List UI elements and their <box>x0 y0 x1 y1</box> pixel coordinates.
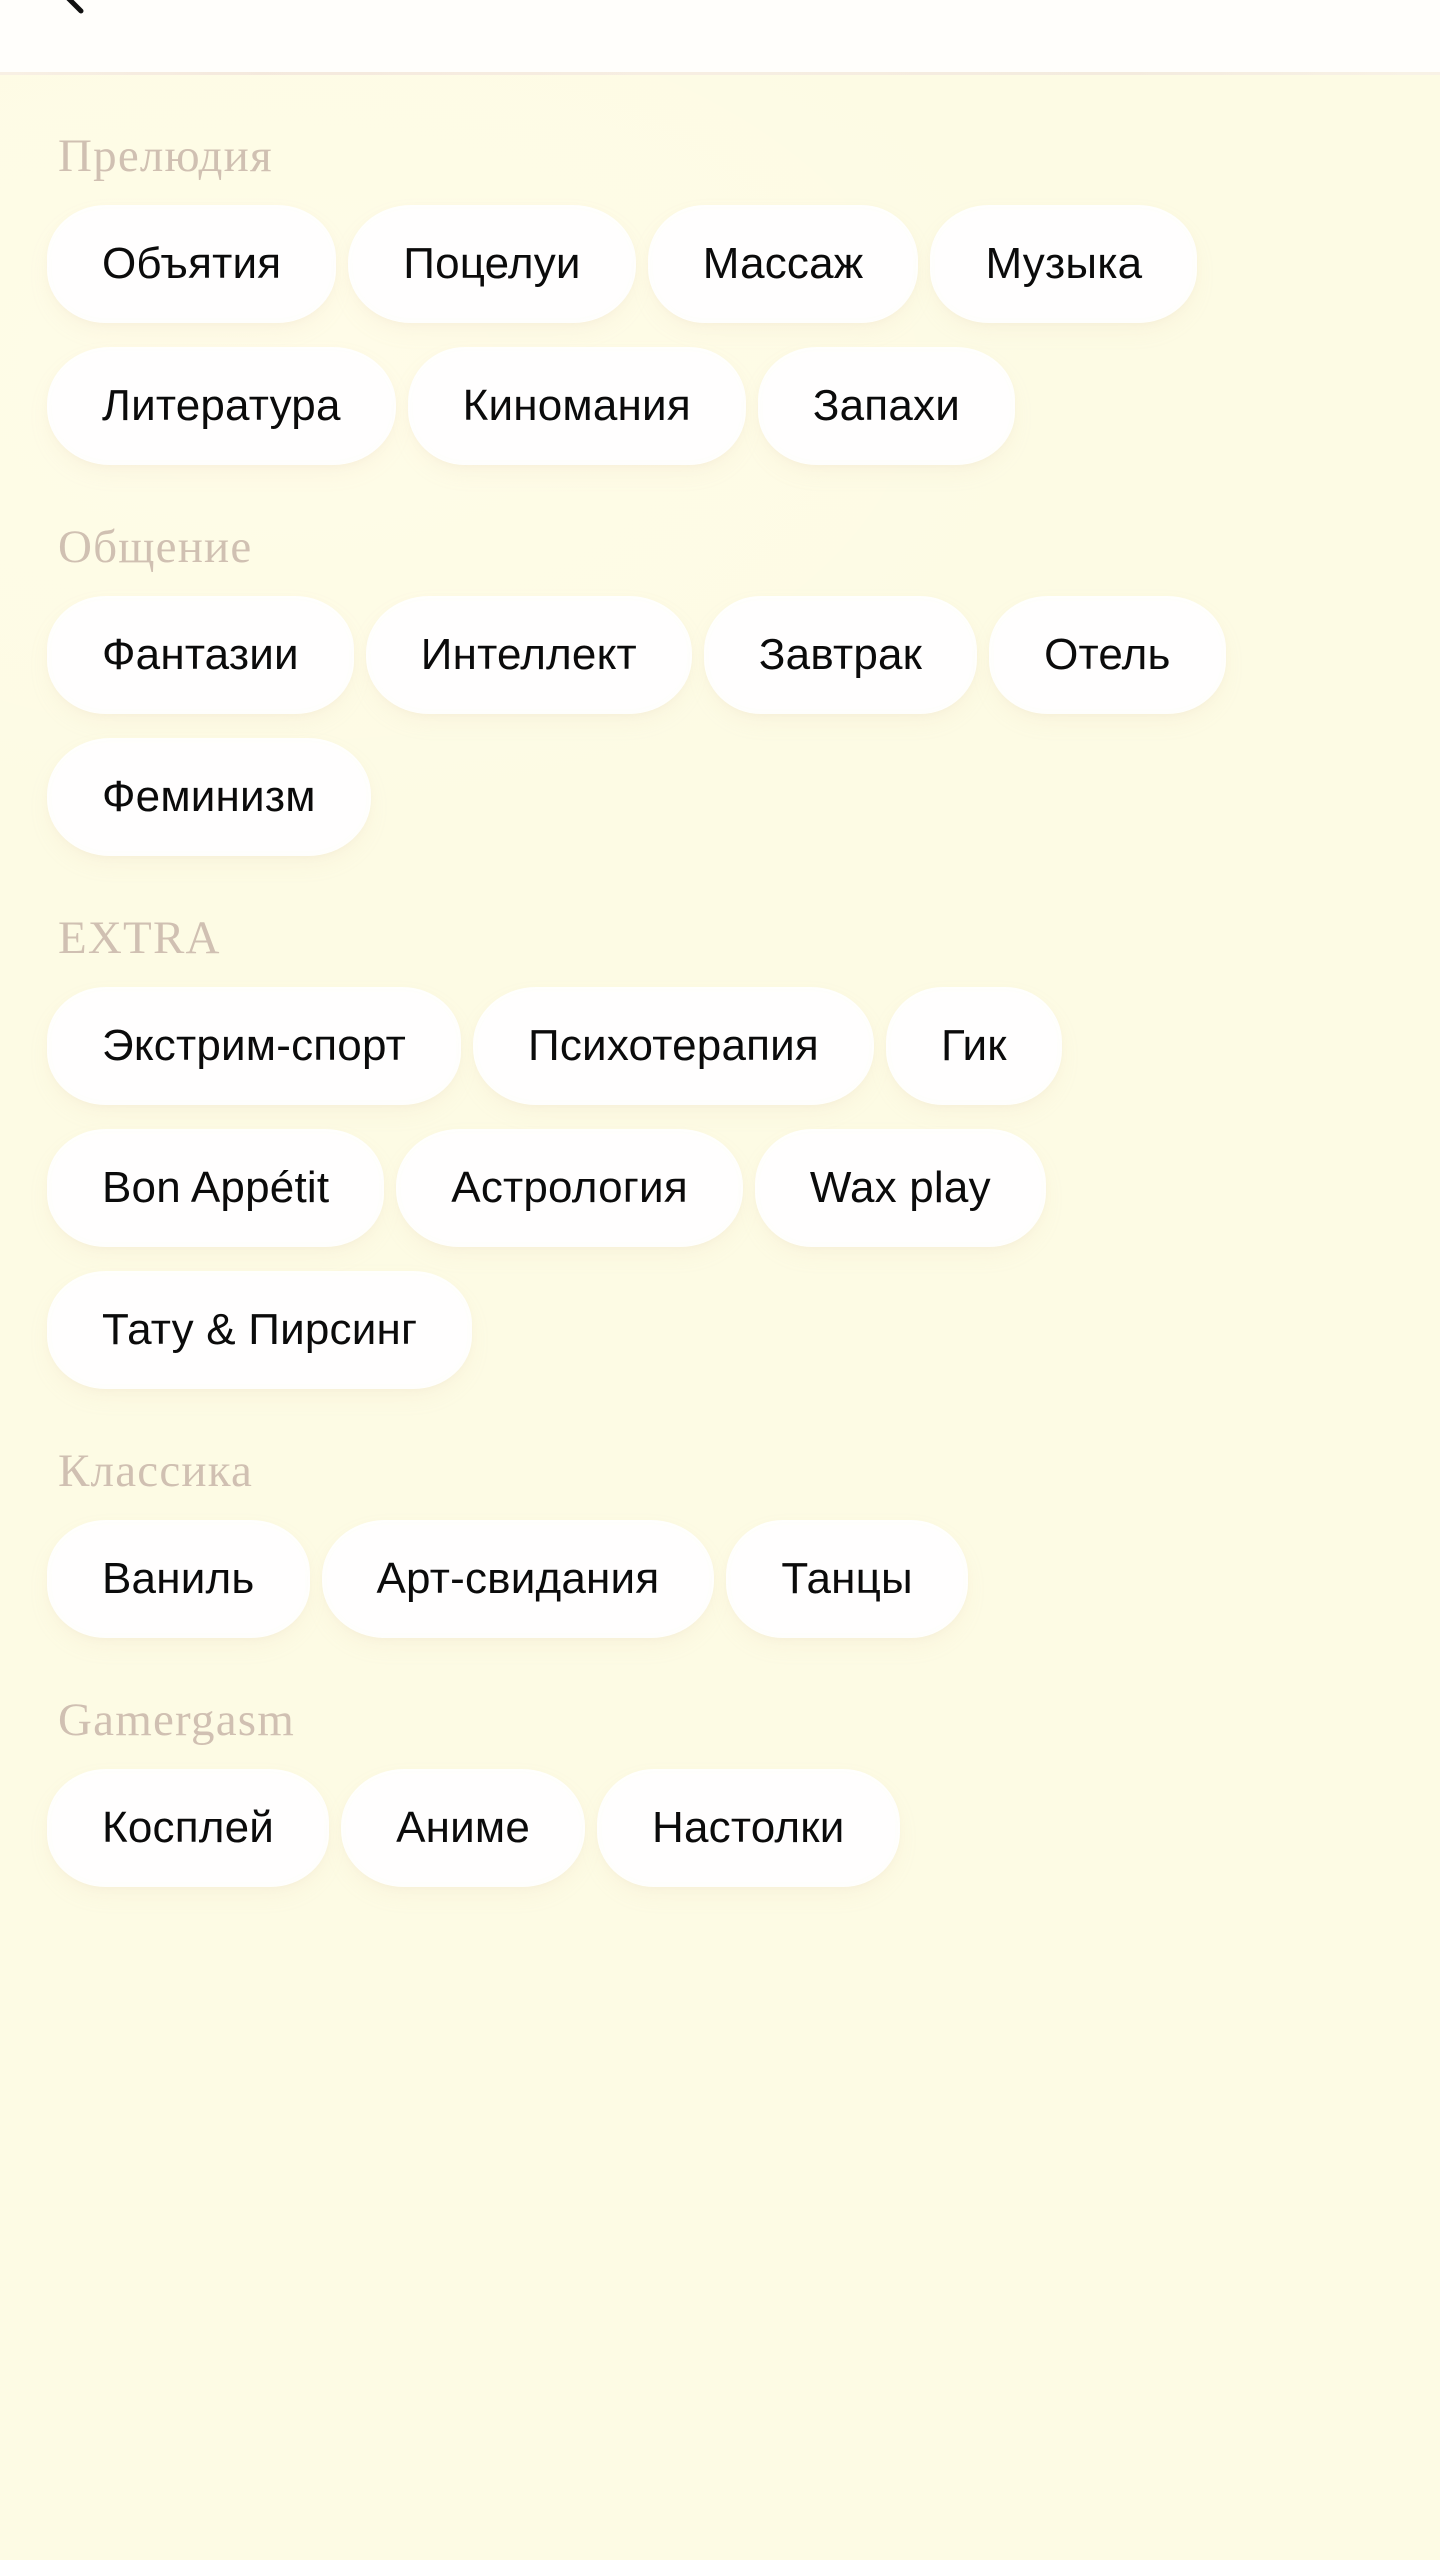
chip-group: Объятия Поцелуи Массаж Музыка Литература Кино… <box>0 202 1440 498</box>
section-title: Общение <box>58 521 253 573</box>
category-chip-label: Танцы <box>781 1554 913 1603</box>
category-section: Gamergasm Косплей Аниме Настолки <box>0 1697 1440 1926</box>
category-chip[interactable]: Wax play <box>766 1138 1035 1238</box>
chip-group: Экстрим-спорт Психотерапия Гик Bon Appétit А… <box>0 984 1440 1422</box>
category-section: EXTRA Экстрим-спорт Психотерапия Гик Bon App… <box>0 915 1440 1428</box>
category-chip[interactable]: Завтрак <box>715 605 966 705</box>
category-chip-label: Ваниль <box>102 1554 255 1603</box>
category-chip[interactable]: Отель <box>1000 605 1215 705</box>
category-chip-label: Интеллект <box>420 630 637 679</box>
category-chip-label: Гик <box>940 1021 1007 1070</box>
category-chip-label: Аниме <box>396 1803 531 1852</box>
category-chip-label: Массаж <box>702 239 864 288</box>
category-chip-label: Объятия <box>102 239 282 288</box>
category-chip-label: Поцелуи <box>403 239 581 288</box>
category-chip-label: Отель <box>1044 630 1171 679</box>
section-title: EXTRA <box>58 912 221 964</box>
category-chip[interactable]: Ваниль <box>44 1517 312 1643</box>
category-section: Прелюдия Объятия Поцелуи Массаж Музыка Литера… <box>0 133 1440 504</box>
category-chip[interactable]: Интеллект <box>377 605 681 705</box>
category-chip[interactable]: Феминизм <box>44 735 374 861</box>
category-chip-label: Экстрим-спорт <box>102 1021 407 1070</box>
category-list: Прелюдия Объятия Поцелуи Массаж Музыка Литера… <box>0 75 1440 2560</box>
category-chip-label: Косплей <box>102 1803 275 1852</box>
category-chip-label: Wax play <box>809 1163 991 1212</box>
category-chip-label: Астрология <box>451 1163 688 1212</box>
category-chip-label: Музыка <box>985 239 1143 288</box>
category-chip-label: Тату & Пирсинг <box>102 1305 418 1354</box>
category-chip[interactable]: Экстрим-спорт <box>43 984 465 1110</box>
category-chip[interactable]: Bon Appétit <box>58 1138 373 1238</box>
category-chip-label: Арт-свидания <box>376 1554 660 1603</box>
chip-group: Косплей Аниме Настолки <box>0 1766 1440 1920</box>
category-chip[interactable]: Запахи <box>754 344 1019 470</box>
category-chip-label: Киномания <box>462 381 691 430</box>
category-chip[interactable]: Настолки <box>608 1778 889 1878</box>
category-chip[interactable]: Арт-свидания <box>333 1529 704 1629</box>
chip-group: Ваниль Арт-свидания Танцы <box>0 1517 1440 1671</box>
category-chip[interactable]: Тату & Пирсинг <box>43 1268 476 1394</box>
section-title: Прелюдия <box>58 130 273 182</box>
header-divider <box>0 72 1440 75</box>
category-chip[interactable]: Аниме <box>352 1778 574 1878</box>
category-chip[interactable]: Гик <box>897 996 1051 1096</box>
category-chip-label: Психотерапия <box>528 1021 819 1070</box>
section-title: Gamergasm <box>58 1694 296 1746</box>
category-chip[interactable]: Астрология <box>393 1126 746 1252</box>
category-section: Классика Ваниль Арт-свидания Танцы <box>0 1448 1440 1677</box>
top-app-bar <box>0 0 1440 72</box>
category-section: Общение Фантазии Интеллект Завтрак Отель Феми… <box>0 524 1440 895</box>
category-chip-label: Феминизм <box>102 772 316 821</box>
category-chip-label: Литература <box>102 381 341 430</box>
back-button[interactable] <box>46 0 102 22</box>
category-chip[interactable]: Поцелуи <box>359 214 624 314</box>
category-chip-label: Bon Appétit <box>102 1163 330 1212</box>
section-title: Классика <box>58 1445 254 1497</box>
category-chip[interactable]: Массаж <box>659 214 908 314</box>
category-chip[interactable]: Психотерапия <box>484 996 863 1096</box>
category-chip-label: Запахи <box>812 381 960 430</box>
category-chip-label: Фантазии <box>102 630 299 679</box>
category-chip[interactable]: Литература <box>44 344 399 470</box>
category-chip[interactable]: Киномания <box>419 356 735 456</box>
chevron-left-icon <box>51 0 97 17</box>
category-chip[interactable]: Музыка <box>941 214 1186 314</box>
category-chip[interactable]: Косплей <box>43 1766 333 1892</box>
category-chip-label: Завтрак <box>758 630 923 679</box>
chip-group: Фантазии Интеллект Завтрак Отель Феминизм <box>0 593 1440 889</box>
category-chip-label: Настолки <box>652 1803 845 1852</box>
category-chip[interactable]: Фантазии <box>44 593 357 719</box>
category-chip[interactable]: Танцы <box>737 1529 957 1629</box>
category-chip[interactable]: Объятия <box>43 202 340 328</box>
